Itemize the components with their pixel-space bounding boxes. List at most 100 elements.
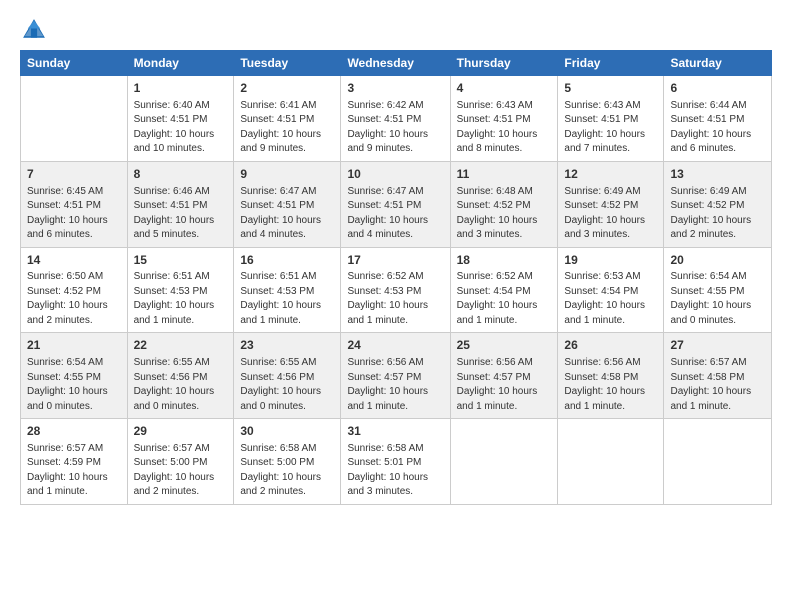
day-info: Sunrise: 6:49 AM Sunset: 4:52 PM Dayligh… xyxy=(670,185,765,243)
day-number: 9 xyxy=(240,166,334,183)
day-number: 16 xyxy=(240,252,334,269)
calendar-cell xyxy=(664,419,772,505)
day-info: Sunrise: 6:52 AM Sunset: 4:54 PM Dayligh… xyxy=(457,270,552,328)
day-info: Sunrise: 6:44 AM Sunset: 4:51 PM Dayligh… xyxy=(670,99,765,157)
calendar-cell: 31 Sunrise: 6:58 AM Sunset: 5:01 PM Dayli… xyxy=(341,419,450,505)
calendar-cell: 28Sunrise: 6:57 AM Sunset: 4:59 PM Dayli… xyxy=(21,419,128,505)
day-number: 2 xyxy=(240,80,334,97)
day-info: Sunrise: 6:42 AM Sunset: 4:51 PM Dayligh… xyxy=(347,99,443,157)
calendar-cell: 11 Sunrise: 6:48 AM Sunset: 4:52 PM Dayli… xyxy=(450,161,558,247)
calendar-cell: 25 Sunrise: 6:56 AM Sunset: 4:57 PM Dayli… xyxy=(450,333,558,419)
calendar-cell: 21 Sunrise: 6:54 AM Sunset: 4:55 PM Dayli… xyxy=(21,333,128,419)
calendar-cell: 17Sunrise: 6:52 AM Sunset: 4:53 PM Dayli… xyxy=(341,247,450,333)
day-info: Sunrise: 6:56 AM Sunset: 4:57 PM Dayligh… xyxy=(347,356,443,414)
calendar-cell: 13 Sunrise: 6:49 AM Sunset: 4:52 PM Dayli… xyxy=(664,161,772,247)
calendar-cell: 8Sunrise: 6:46 AM Sunset: 4:51 PM Daylig… xyxy=(127,161,234,247)
calendar-cell: 16Sunrise: 6:51 AM Sunset: 4:53 PM Dayli… xyxy=(234,247,341,333)
day-info: Sunrise: 6:51 AM Sunset: 4:53 PM Dayligh… xyxy=(134,270,228,328)
page-container: SundayMondayTuesdayWednesdayThursdayFrid… xyxy=(0,0,792,515)
day-info: Sunrise: 6:54 AM Sunset: 4:55 PM Dayligh… xyxy=(27,356,121,414)
calendar-cell: 23 Sunrise: 6:55 AM Sunset: 4:56 PM Dayli… xyxy=(234,333,341,419)
calendar-body: 1 Sunrise: 6:40 AM Sunset: 4:51 PM Daylig… xyxy=(21,76,772,505)
day-number: 21 xyxy=(27,337,121,354)
day-info: Sunrise: 6:40 AM Sunset: 4:51 PM Dayligh… xyxy=(134,99,228,157)
day-number: 23 xyxy=(240,337,334,354)
day-number: 8 xyxy=(134,166,228,183)
day-number: 4 xyxy=(457,80,552,97)
weekday-header-sunday: Sunday xyxy=(21,51,128,76)
calendar-cell xyxy=(558,419,664,505)
day-number: 1 xyxy=(134,80,228,97)
calendar-cell: 26Sunrise: 6:56 AM Sunset: 4:58 PM Dayli… xyxy=(558,333,664,419)
day-info: Sunrise: 6:54 AM Sunset: 4:55 PM Dayligh… xyxy=(670,270,765,328)
day-number: 13 xyxy=(670,166,765,183)
calendar-cell: 6 Sunrise: 6:44 AM Sunset: 4:51 PM Daylig… xyxy=(664,76,772,162)
day-number: 12 xyxy=(564,166,657,183)
day-info: Sunrise: 6:47 AM Sunset: 4:51 PM Dayligh… xyxy=(347,185,443,243)
calendar-cell: 2Sunrise: 6:41 AM Sunset: 4:51 PM Daylig… xyxy=(234,76,341,162)
calendar-week-row: 7 Sunrise: 6:45 AM Sunset: 4:51 PM Daylig… xyxy=(21,161,772,247)
day-number: 27 xyxy=(670,337,765,354)
day-info: Sunrise: 6:56 AM Sunset: 4:57 PM Dayligh… xyxy=(457,356,552,414)
calendar-week-row: 21 Sunrise: 6:54 AM Sunset: 4:55 PM Dayli… xyxy=(21,333,772,419)
day-number: 3 xyxy=(347,80,443,97)
day-number: 26 xyxy=(564,337,657,354)
day-number: 25 xyxy=(457,337,552,354)
day-number: 5 xyxy=(564,80,657,97)
calendar-cell: 19Sunrise: 6:53 AM Sunset: 4:54 PM Dayli… xyxy=(558,247,664,333)
calendar-cell: 9 Sunrise: 6:47 AM Sunset: 4:51 PM Daylig… xyxy=(234,161,341,247)
day-number: 22 xyxy=(134,337,228,354)
day-info: Sunrise: 6:48 AM Sunset: 4:52 PM Dayligh… xyxy=(457,185,552,243)
day-info: Sunrise: 6:43 AM Sunset: 4:51 PM Dayligh… xyxy=(564,99,657,157)
calendar-cell xyxy=(450,419,558,505)
day-number: 6 xyxy=(670,80,765,97)
day-number: 31 xyxy=(347,423,443,440)
calendar-cell: 10Sunrise: 6:47 AM Sunset: 4:51 PM Dayli… xyxy=(341,161,450,247)
day-number: 17 xyxy=(347,252,443,269)
day-info: Sunrise: 6:50 AM Sunset: 4:52 PM Dayligh… xyxy=(27,270,121,328)
weekday-header-thursday: Thursday xyxy=(450,51,558,76)
calendar-cell: 5 Sunrise: 6:43 AM Sunset: 4:51 PM Daylig… xyxy=(558,76,664,162)
day-number: 30 xyxy=(240,423,334,440)
day-info: Sunrise: 6:51 AM Sunset: 4:53 PM Dayligh… xyxy=(240,270,334,328)
calendar-week-row: 1 Sunrise: 6:40 AM Sunset: 4:51 PM Daylig… xyxy=(21,76,772,162)
day-number: 15 xyxy=(134,252,228,269)
calendar-cell: 3 Sunrise: 6:42 AM Sunset: 4:51 PM Daylig… xyxy=(341,76,450,162)
weekday-header-friday: Friday xyxy=(558,51,664,76)
day-number: 7 xyxy=(27,166,121,183)
day-info: Sunrise: 6:55 AM Sunset: 4:56 PM Dayligh… xyxy=(240,356,334,414)
logo-icon xyxy=(20,16,48,44)
calendar-cell: 30 Sunrise: 6:58 AM Sunset: 5:00 PM Dayli… xyxy=(234,419,341,505)
calendar-cell: 29 Sunrise: 6:57 AM Sunset: 5:00 PM Dayli… xyxy=(127,419,234,505)
day-info: Sunrise: 6:47 AM Sunset: 4:51 PM Dayligh… xyxy=(240,185,334,243)
day-info: Sunrise: 6:53 AM Sunset: 4:54 PM Dayligh… xyxy=(564,270,657,328)
day-info: Sunrise: 6:43 AM Sunset: 4:51 PM Dayligh… xyxy=(457,99,552,157)
calendar-cell: 7 Sunrise: 6:45 AM Sunset: 4:51 PM Daylig… xyxy=(21,161,128,247)
day-number: 11 xyxy=(457,166,552,183)
day-number: 28 xyxy=(27,423,121,440)
calendar-cell: 4 Sunrise: 6:43 AM Sunset: 4:51 PM Daylig… xyxy=(450,76,558,162)
day-number: 20 xyxy=(670,252,765,269)
header xyxy=(20,16,772,44)
logo xyxy=(20,16,52,44)
day-info: Sunrise: 6:45 AM Sunset: 4:51 PM Dayligh… xyxy=(27,185,121,243)
calendar-cell: 18Sunrise: 6:52 AM Sunset: 4:54 PM Dayli… xyxy=(450,247,558,333)
day-info: Sunrise: 6:52 AM Sunset: 4:53 PM Dayligh… xyxy=(347,270,443,328)
day-number: 29 xyxy=(134,423,228,440)
calendar-cell: 15Sunrise: 6:51 AM Sunset: 4:53 PM Dayli… xyxy=(127,247,234,333)
calendar-cell: 24 Sunrise: 6:56 AM Sunset: 4:57 PM Dayli… xyxy=(341,333,450,419)
calendar-cell: 12 Sunrise: 6:49 AM Sunset: 4:52 PM Dayli… xyxy=(558,161,664,247)
weekday-header-monday: Monday xyxy=(127,51,234,76)
calendar-header: SundayMondayTuesdayWednesdayThursdayFrid… xyxy=(21,51,772,76)
day-info: Sunrise: 6:49 AM Sunset: 4:52 PM Dayligh… xyxy=(564,185,657,243)
day-info: Sunrise: 6:57 AM Sunset: 5:00 PM Dayligh… xyxy=(134,442,228,500)
calendar-cell: 22 Sunrise: 6:55 AM Sunset: 4:56 PM Dayli… xyxy=(127,333,234,419)
weekday-header-saturday: Saturday xyxy=(664,51,772,76)
day-number: 18 xyxy=(457,252,552,269)
day-number: 14 xyxy=(27,252,121,269)
day-info: Sunrise: 6:58 AM Sunset: 5:00 PM Dayligh… xyxy=(240,442,334,500)
day-number: 24 xyxy=(347,337,443,354)
day-info: Sunrise: 6:58 AM Sunset: 5:01 PM Dayligh… xyxy=(347,442,443,500)
day-info: Sunrise: 6:55 AM Sunset: 4:56 PM Dayligh… xyxy=(134,356,228,414)
calendar-week-row: 28Sunrise: 6:57 AM Sunset: 4:59 PM Dayli… xyxy=(21,419,772,505)
